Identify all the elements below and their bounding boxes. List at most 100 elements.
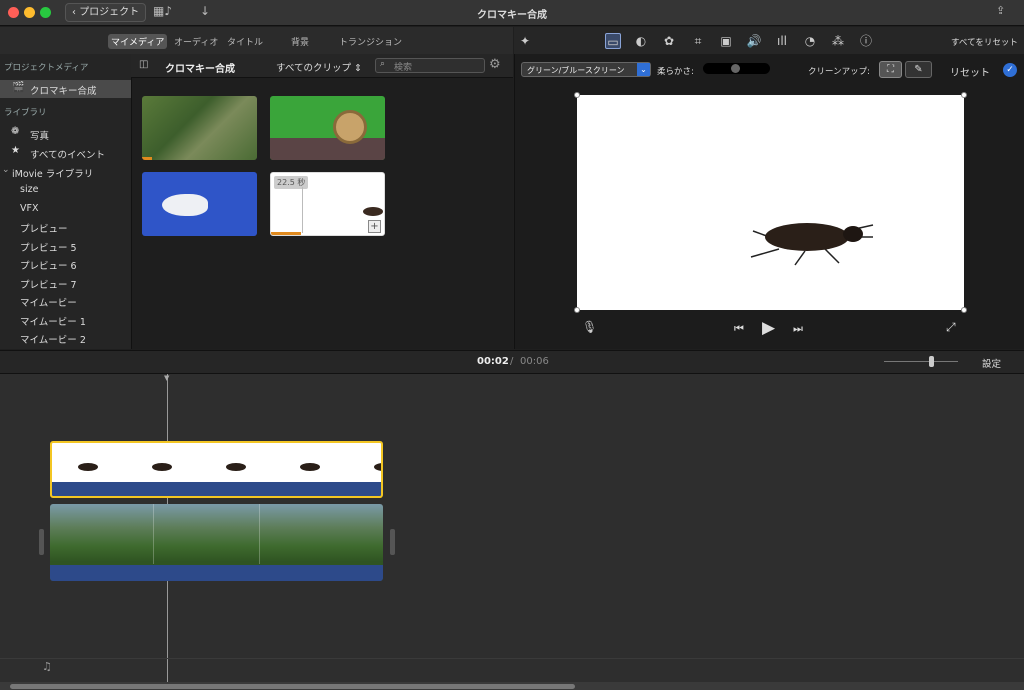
beetle-frame-icon	[374, 463, 381, 471]
apply-checkmark-icon[interactable]: ✓	[1003, 63, 1017, 77]
color-balance-icon[interactable]: ◐	[633, 33, 649, 49]
cleanup-label: クリーンアップ:	[808, 67, 870, 77]
zoom-slider[interactable]	[884, 356, 958, 367]
frame-divider	[259, 504, 260, 564]
speed-icon[interactable]: ◔	[802, 33, 818, 49]
sidebar-item-event[interactable]: size	[20, 184, 38, 195]
table-surface	[270, 138, 385, 160]
video-preview[interactable]	[574, 92, 967, 313]
sidebar-item-event[interactable]: マイムービー	[20, 295, 77, 309]
microphone-icon[interactable]: 🎙	[582, 320, 597, 334]
sidebar-item-all-events[interactable]: ★ すべてのイベント	[0, 145, 131, 161]
softness-label: 柔らかさ:	[657, 67, 694, 77]
timeline-toolbar: 00:02 / 00:06 設定	[0, 350, 1024, 374]
beetle-frame-icon	[78, 463, 98, 471]
title-bar: ‹ プロジェクト ▦♪ ↓ クロマキー合成 ⇪	[0, 0, 1024, 26]
updown-chevron-icon: ⇕	[354, 63, 362, 74]
tab-backgrounds[interactable]: 背景	[288, 34, 312, 49]
tab-audio[interactable]: オーディオ	[171, 34, 221, 49]
project-media-header: プロジェクトメディア	[4, 63, 89, 73]
video-overlay-icon[interactable]: ▭	[605, 33, 621, 49]
clip-filter-dropdown[interactable]: すべてのクリップ ⇕	[276, 60, 362, 74]
crop-handle-bottom-left[interactable]	[574, 307, 580, 313]
pocket-watch-icon	[333, 110, 367, 144]
sidebar-item-event[interactable]: プレビュー 5	[20, 240, 77, 254]
color-palette-icon[interactable]: ✿	[661, 33, 677, 49]
horizontal-scrollbar[interactable]	[0, 682, 1024, 690]
clip-trim-handle-left[interactable]	[39, 529, 44, 555]
bird-icon	[162, 194, 208, 216]
scrollbar-thumb[interactable]	[10, 684, 575, 689]
crop-handle-bottom-right[interactable]	[961, 307, 967, 313]
photos-icon: ❁	[11, 126, 20, 137]
clip-thumbnail-forest[interactable]	[142, 96, 257, 160]
cleanup-crop-icon[interactable]: ⛶	[879, 61, 902, 78]
crop-handle-top-left[interactable]	[574, 92, 580, 98]
skip-forward-icon[interactable]: ⏭	[793, 322, 803, 336]
clip-thumbnail-bird[interactable]	[142, 172, 257, 236]
sidebar-item-event[interactable]: プレビュー 6	[20, 258, 77, 272]
info-icon[interactable]: ⓘ	[858, 33, 874, 49]
window-title: クロマキー合成	[477, 10, 547, 21]
used-range-bar	[271, 232, 301, 235]
sidebar-item-event[interactable]: プレビュー	[20, 221, 68, 235]
tab-transitions[interactable]: トランジション	[336, 34, 405, 49]
tab-titles[interactable]: タイトル	[224, 34, 266, 49]
crop-icon[interactable]: ⌗	[690, 33, 706, 49]
add-clip-icon[interactable]: +	[368, 220, 381, 233]
overlay-mode-label: グリーン/ブルースクリーン	[527, 66, 625, 75]
playhead-marker-icon: ▼	[164, 374, 170, 382]
timeline[interactable]: ▼ ♫	[0, 374, 1024, 690]
crop-handle-top-right[interactable]	[961, 92, 967, 98]
volume-icon[interactable]: 🔊	[746, 33, 762, 49]
clip-filter-label: すべてのクリップ	[276, 63, 351, 74]
eraser-icon[interactable]: ✎	[905, 61, 932, 78]
magic-wand-icon[interactable]: ✦	[517, 33, 533, 49]
softness-slider-knob[interactable]	[731, 64, 740, 73]
sidebar-item-event[interactable]: VFX	[20, 203, 38, 214]
stag-beetle-image	[750, 223, 874, 266]
overlay-mode-dropdown[interactable]: グリーン/ブルースクリーン ⌄	[521, 62, 651, 77]
play-icon[interactable]: ▶	[762, 318, 775, 338]
search-icon: ⌕	[380, 59, 386, 69]
current-time: 00:02	[477, 356, 509, 367]
skip-back-icon[interactable]: ⏮	[734, 322, 744, 336]
clip-thumbnail-clock[interactable]	[270, 96, 385, 160]
stabilization-icon[interactable]: ▣	[718, 33, 734, 49]
star-icon: ★	[11, 145, 20, 156]
equalizer-icon[interactable]: ıll	[774, 33, 790, 49]
beetle-frame-icon	[300, 463, 320, 471]
sidebar-item-imovie-library[interactable]: ⌄ iMovie ライブラリ	[0, 164, 131, 180]
share-icon[interactable]: ⇪	[996, 4, 1005, 17]
sidebar-toggle-icon[interactable]: ◫	[139, 59, 148, 70]
reset-button[interactable]: リセット	[950, 64, 990, 79]
tab-my-media[interactable]: マイメディア	[108, 34, 168, 49]
browser-title: クロマキー合成	[165, 64, 235, 75]
beetle-frame-icon	[226, 463, 246, 471]
zoom-slider-knob[interactable]	[929, 356, 934, 367]
adjustments-bar	[514, 27, 1024, 54]
overlay-audio-track	[52, 482, 381, 496]
sidebar-item-project[interactable]: 🎬 クロマキー合成	[0, 80, 131, 98]
total-time: 00:06	[520, 356, 549, 367]
overlay-clip[interactable]	[50, 441, 383, 498]
clip-trim-handle-right[interactable]	[390, 529, 395, 555]
reset-all-button[interactable]: すべてをリセット	[951, 36, 1018, 48]
sidebar-item-event[interactable]: マイムービー 2	[20, 332, 86, 346]
clip-thumbnail-beetle[interactable]: 22.5 秒 +	[270, 172, 385, 236]
settings-button[interactable]: 設定	[982, 356, 1001, 370]
sidebar-item-photos[interactable]: ❁ 写真	[0, 126, 131, 142]
media-tabs: マイメディア オーディオ タイトル 背景 トランジション	[0, 27, 513, 54]
frame-divider	[153, 504, 154, 564]
background-clip[interactable]	[50, 504, 383, 581]
softness-slider[interactable]	[703, 63, 770, 74]
search-field[interactable]: ⌕ 検索	[375, 58, 485, 73]
all-events-label: すべてのイベント	[30, 150, 105, 161]
sidebar-item-event[interactable]: プレビュー 7	[20, 277, 77, 291]
fullscreen-icon[interactable]: ⤢	[946, 320, 956, 335]
library-header: ライブラリ	[4, 108, 47, 118]
beetle-icon	[363, 207, 383, 216]
sidebar-item-event[interactable]: マイムービー 1	[20, 314, 86, 328]
filter-icon[interactable]: ⁂	[830, 33, 846, 49]
gear-icon[interactable]: ⚙	[489, 57, 501, 72]
